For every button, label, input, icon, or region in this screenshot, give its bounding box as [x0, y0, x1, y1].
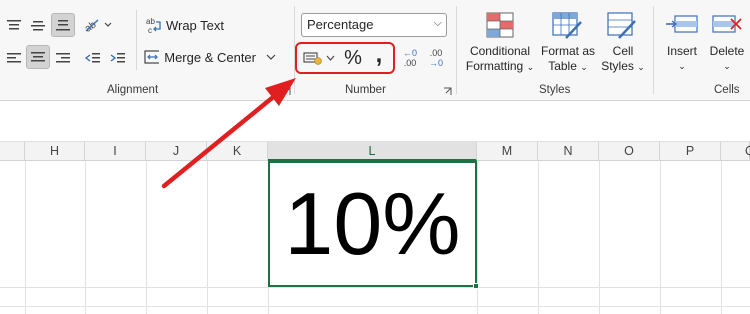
annotation-arrow — [161, 78, 296, 189]
arrow-shaft — [161, 95, 275, 189]
